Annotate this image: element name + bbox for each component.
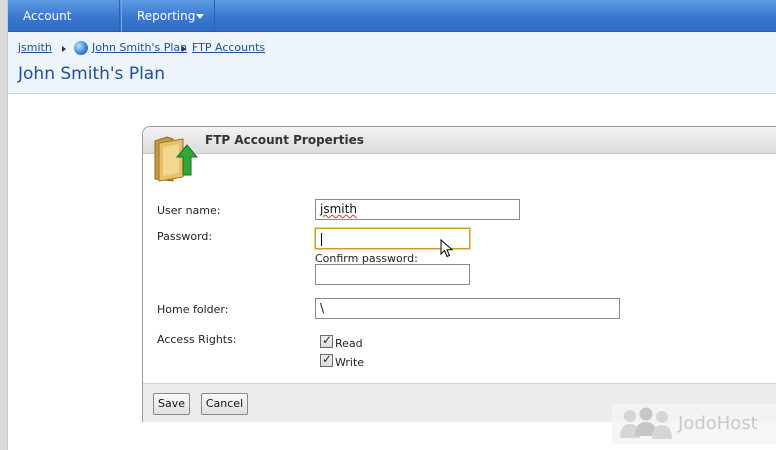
read-checkbox[interactable]: ✓ [320,333,333,348]
home-folder-input[interactable]: \ [315,298,620,319]
username-label: User name: [157,204,221,217]
checkmark-icon: ✓ [322,352,333,366]
username-value: jsmith [320,202,357,216]
write-label: Write [335,356,365,369]
breadcrumb-ftp-accounts-link[interactable]: FTP Accounts [192,41,265,54]
left-edge-bar [0,0,8,450]
page-title: John Smith's Plan [18,64,165,84]
dialog-header: FTP Account Properties [143,127,776,154]
write-checkbox[interactable]: ✓ [320,352,333,367]
home-folder-value: \ [320,301,325,315]
save-button[interactable]: Save [153,393,190,415]
folder-upload-icon [154,136,199,182]
access-rights-label: Access Rights: [157,333,237,346]
cancel-button[interactable]: Cancel [201,393,248,415]
username-input[interactable]: jsmith [315,199,520,220]
top-navigation-bar: Account Home Reporting [8,0,776,56]
home-folder-label: Home folder: [157,303,229,316]
jodohost-watermark: JodoHost [612,404,776,444]
watermark-text: JodoHost [678,413,758,434]
breadcrumb-plan-link[interactable]: John Smith's Plan [92,41,187,54]
people-logo-icon [620,407,672,439]
checkmark-icon: ✓ [322,333,333,347]
page-header: jsmith John Smith's Plan FTP Accounts Jo… [8,32,776,94]
password-label: Password: [157,230,213,243]
mouse-pointer-icon [440,239,454,258]
chevron-down-icon [196,14,204,19]
chevron-right-icon [182,46,186,52]
nav-account-home[interactable]: Account Home [8,0,120,56]
chevron-right-icon [62,46,66,52]
text-cursor [321,233,322,246]
breadcrumb-user-link[interactable]: jsmith [18,41,52,54]
globe-icon [74,41,88,55]
dialog-title: FTP Account Properties [205,133,364,147]
nav-reporting-menu[interactable]: Reporting [121,0,215,32]
confirm-password-input[interactable] [315,264,470,285]
ftp-account-properties-dialog: FTP Account Properties User name: jsmith… [142,126,776,422]
nav-reporting-label: Reporting [137,9,196,23]
read-label: Read [335,337,363,350]
